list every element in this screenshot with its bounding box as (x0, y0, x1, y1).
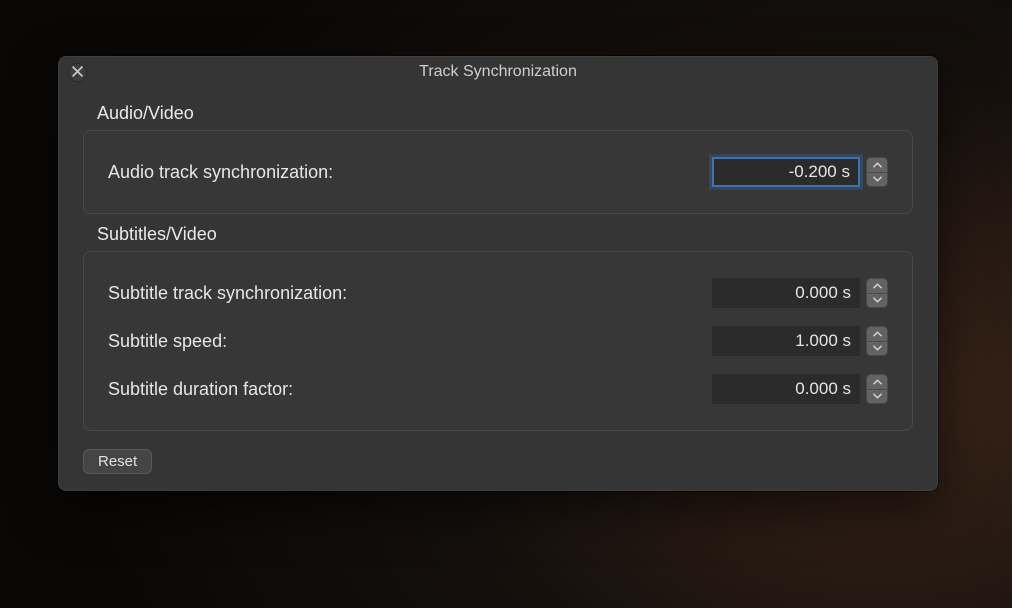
row-audio-sync: Audio track synchronization: (108, 151, 888, 193)
row-subtitle-speed: Subtitle speed: (108, 320, 888, 362)
chevron-up-icon (873, 331, 882, 337)
step-up[interactable] (867, 375, 887, 390)
group-audio-video: Audio track synchronization: (83, 130, 913, 214)
step-down[interactable] (867, 390, 887, 404)
row-subtitle-duration: Subtitle duration factor: (108, 368, 888, 410)
group-subtitles-video: Subtitle track synchronization: Subtitle… (83, 251, 913, 431)
step-up[interactable] (867, 158, 887, 173)
titlebar: Track Synchronization (59, 57, 937, 87)
spinner-subtitle-sync (712, 278, 888, 308)
step-down[interactable] (867, 342, 887, 356)
input-subtitle-sync[interactable] (712, 278, 860, 308)
chevron-down-icon (873, 297, 882, 303)
step-up[interactable] (867, 327, 887, 342)
close-icon (72, 64, 83, 82)
label-audio-sync: Audio track synchronization: (108, 162, 333, 183)
stepper-subtitle-sync[interactable] (866, 278, 888, 308)
dialog-footer: Reset (83, 449, 913, 474)
input-subtitle-duration[interactable] (712, 374, 860, 404)
dialog-body: Audio/Video Audio track synchronization: (59, 87, 937, 490)
stepper-subtitle-speed[interactable] (866, 326, 888, 356)
spinner-subtitle-speed (712, 326, 888, 356)
close-button[interactable] (68, 63, 87, 82)
stepper-audio-sync[interactable] (866, 157, 888, 187)
dialog-title: Track Synchronization (419, 63, 577, 81)
label-subtitle-speed: Subtitle speed: (108, 331, 227, 352)
row-subtitle-sync: Subtitle track synchronization: (108, 272, 888, 314)
input-audio-sync[interactable] (712, 157, 860, 187)
chevron-up-icon (873, 379, 882, 385)
spinner-audio-sync (712, 157, 888, 187)
step-up[interactable] (867, 279, 887, 294)
chevron-down-icon (873, 393, 882, 399)
section-label-subtitles-video: Subtitles/Video (97, 224, 913, 245)
chevron-up-icon (873, 283, 882, 289)
step-down[interactable] (867, 294, 887, 308)
chevron-up-icon (873, 162, 882, 168)
step-down[interactable] (867, 173, 887, 187)
spinner-subtitle-duration (712, 374, 888, 404)
label-subtitle-sync: Subtitle track synchronization: (108, 283, 347, 304)
input-subtitle-speed[interactable] (712, 326, 860, 356)
label-subtitle-duration: Subtitle duration factor: (108, 379, 293, 400)
reset-button[interactable]: Reset (83, 449, 152, 474)
chevron-down-icon (873, 345, 882, 351)
stepper-subtitle-duration[interactable] (866, 374, 888, 404)
chevron-down-icon (873, 176, 882, 182)
track-sync-dialog: Track Synchronization Audio/Video Audio … (58, 56, 938, 491)
section-label-audio-video: Audio/Video (97, 103, 913, 124)
